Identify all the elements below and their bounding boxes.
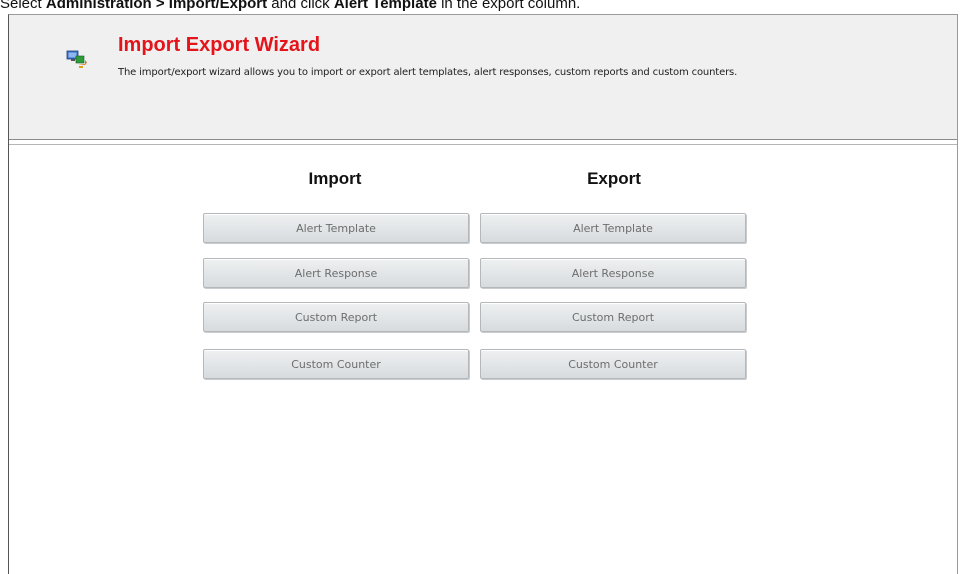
instruction-text: Select Administration > Import/Export an… [0,0,580,12]
export-custom-counter-button[interactable]: Custom Counter [480,349,746,379]
instruction-suffix: in the export column. [436,0,581,12]
export-custom-report-button[interactable]: Custom Report [480,302,746,332]
import-export-wizard-icon [66,50,87,68]
wizard-title: Import Export Wizard [118,34,321,56]
wizard-window: Import Export Wizard The import/export w… [8,14,958,574]
import-custom-counter-button[interactable]: Custom Counter [203,349,469,379]
instruction-prefix: Select [0,0,46,12]
wizard-description: The import/export wizard allows you to i… [118,67,738,78]
import-custom-report-button[interactable]: Custom Report [203,302,469,332]
import-alert-response-button[interactable]: Alert Response [203,258,469,288]
instruction-middle: and click [267,0,334,12]
export-alert-template-button[interactable]: Alert Template [480,213,746,243]
import-heading: Import [308,169,362,188]
instruction-target: Alert Template [333,0,437,12]
header-divider [9,144,957,145]
import-alert-template-button[interactable]: Alert Template [203,213,469,243]
export-heading: Export [587,169,641,188]
wizard-header: Import Export Wizard The import/export w… [9,15,957,140]
instruction-path: Administration > Import/Export [45,0,268,12]
export-alert-response-button[interactable]: Alert Response [480,258,746,288]
